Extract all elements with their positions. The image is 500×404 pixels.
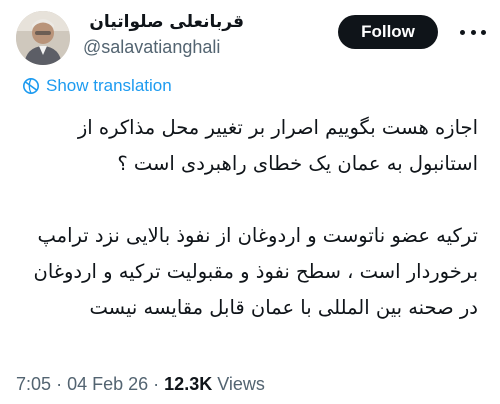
more-dot [460, 29, 465, 35]
author-display-name[interactable]: قربانعلی صلواتیان [84, 10, 244, 34]
meta-separator: · [153, 374, 160, 394]
globe-icon [23, 78, 39, 94]
tweet-body: اجازه هست بگوییم اصرار بر تغییر محل مذاک… [18, 110, 478, 326]
tweet-meta: 7:05 · 04 Feb 26 · 12.3K Views [16, 372, 265, 396]
views-count[interactable]: 12.3K [164, 374, 212, 394]
avatar-image [16, 11, 70, 65]
tweet-line: در صحنه بین المللی با عمان قابل مقایسه ن… [89, 296, 478, 319]
more-dot [481, 29, 486, 35]
tweet-line: استانبول به عمان یک خطای راهبردی است ؟ [117, 152, 478, 175]
show-translation-link[interactable]: Show translation [22, 74, 172, 98]
author-handle[interactable]: @salavatianghali [83, 35, 220, 59]
tweet-time[interactable]: 7:05 [16, 374, 51, 394]
tweet-date[interactable]: 04 Feb 26 [67, 374, 148, 394]
more-options-icon[interactable] [460, 20, 486, 44]
tweet-line-break [18, 182, 478, 218]
tweet-line: اجازه هست بگوییم اصرار بر تغییر محل مذاک… [77, 116, 478, 139]
avatar[interactable] [16, 11, 70, 65]
tweet-line: ترکیه عضو ناتوست و اردوغان از نفوذ بالای… [37, 224, 478, 247]
tweet-line: برخوردار است ، سطح نفوذ و مقبولیت ترکیه … [33, 260, 478, 283]
meta-separator: · [56, 374, 63, 394]
more-dot [470, 29, 476, 35]
views-label: Views [217, 374, 265, 394]
show-translation-label: Show translation [46, 76, 172, 95]
follow-button[interactable]: Follow [338, 15, 438, 49]
